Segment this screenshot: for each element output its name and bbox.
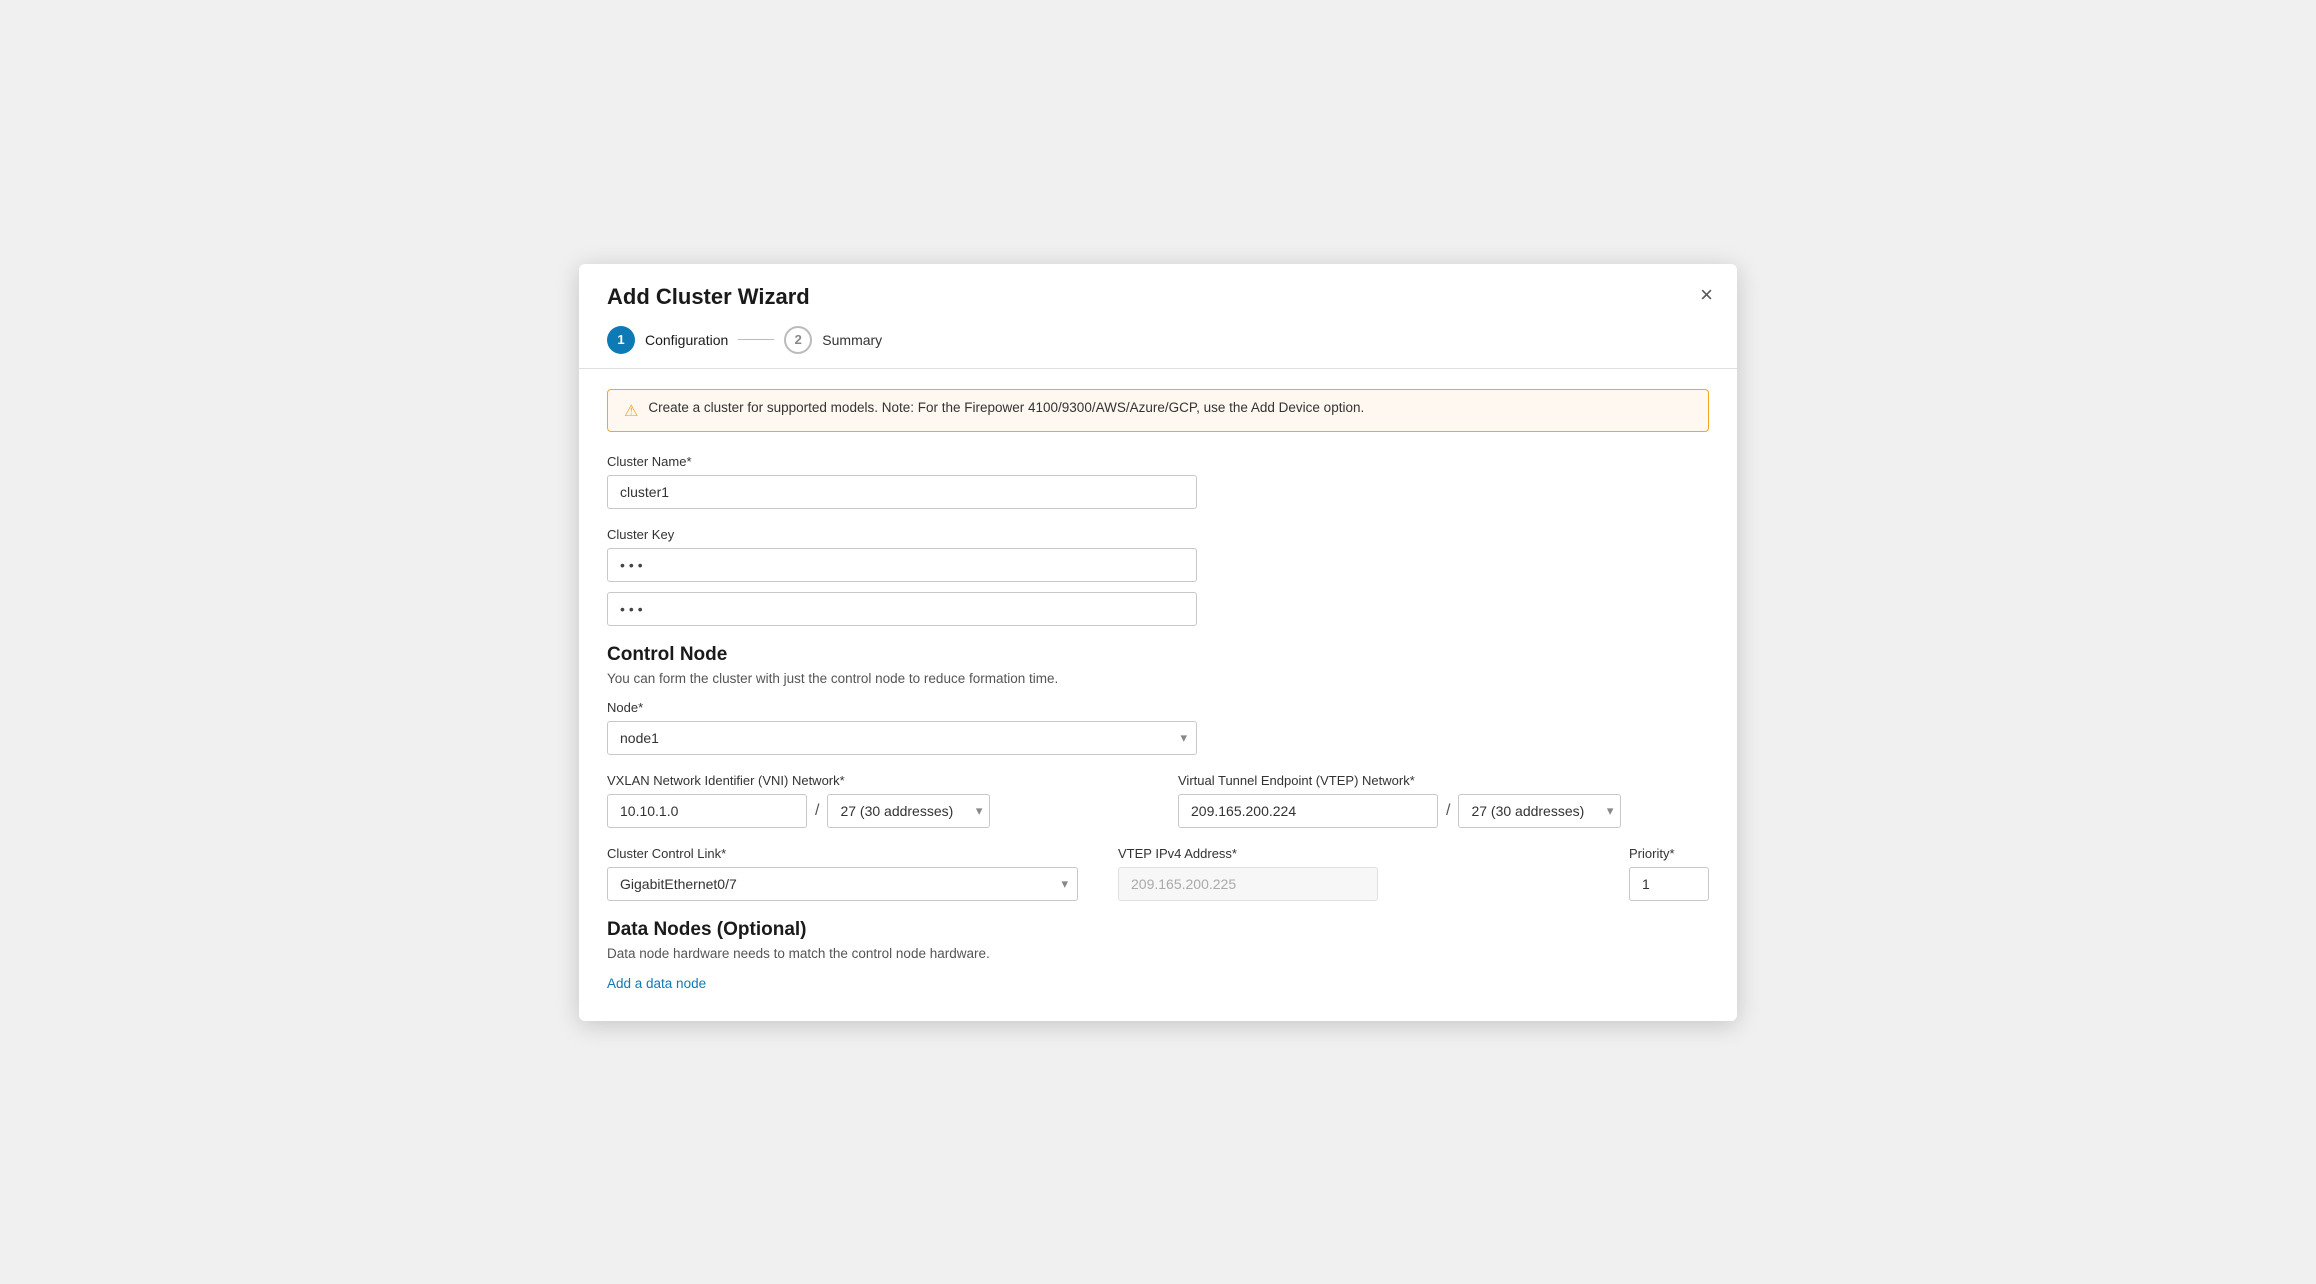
vtep-prefix-wrapper: 27 (30 addresses) 24 (254 addresses) 25 … bbox=[1458, 794, 1621, 828]
step-1-circle: 1 bbox=[607, 326, 635, 354]
step-2-circle: 2 bbox=[784, 326, 812, 354]
vni-network-input[interactable] bbox=[607, 794, 807, 828]
vni-network-col: VXLAN Network Identifier (VNI) Network* … bbox=[607, 773, 1138, 828]
vtep-network-label: Virtual Tunnel Endpoint (VTEP) Network* bbox=[1178, 773, 1709, 788]
cluster-key-input-1[interactable] bbox=[607, 548, 1197, 582]
step-2-summary[interactable]: 2 Summary bbox=[784, 326, 882, 354]
node-label: Node* bbox=[607, 700, 1709, 715]
cluster-name-group: Cluster Name* bbox=[607, 454, 1709, 509]
vni-prefix-select[interactable]: 27 (30 addresses) 24 (254 addresses) 25 … bbox=[827, 794, 990, 828]
node-group: Node* node1 node2 node3 bbox=[607, 700, 1709, 755]
vtep-network-col: Virtual Tunnel Endpoint (VTEP) Network* … bbox=[1178, 773, 1709, 828]
cluster-key-group: Cluster Key bbox=[607, 527, 1709, 626]
warning-icon: ⚠ bbox=[624, 401, 638, 421]
step-divider bbox=[738, 339, 774, 340]
cluster-control-link-label: Cluster Control Link* bbox=[607, 846, 1078, 861]
step-1-label: Configuration bbox=[645, 332, 728, 348]
node-select[interactable]: node1 node2 node3 bbox=[607, 721, 1197, 755]
control-node-desc: You can form the cluster with just the c… bbox=[607, 671, 1709, 686]
cluster-key-input-2[interactable] bbox=[607, 592, 1197, 626]
step-2-label: Summary bbox=[822, 332, 882, 348]
cluster-name-label: Cluster Name* bbox=[607, 454, 1709, 469]
cluster-key-label: Cluster Key bbox=[607, 527, 1709, 542]
close-button[interactable]: × bbox=[1700, 284, 1713, 306]
vni-slash: / bbox=[807, 802, 827, 820]
modal-body: ⚠ Create a cluster for supported models.… bbox=[579, 369, 1737, 1021]
vni-input-row: / 27 (30 addresses) 24 (254 addresses) 2… bbox=[607, 794, 1138, 828]
add-cluster-wizard-modal: Add Cluster Wizard × 1 Configuration 2 S… bbox=[579, 264, 1737, 1021]
cluster-control-link-col: Cluster Control Link* GigabitEthernet0/7… bbox=[607, 846, 1078, 901]
data-nodes-desc: Data node hardware needs to match the co… bbox=[607, 946, 1709, 961]
vtep-ipv4-label: VTEP IPv4 Address* bbox=[1118, 846, 1589, 861]
vtep-ipv4-input bbox=[1118, 867, 1378, 901]
vtep-section: Cluster Control Link* GigabitEthernet0/7… bbox=[607, 846, 1709, 901]
vtep-ipv4-col: VTEP IPv4 Address* bbox=[1118, 846, 1589, 901]
vni-prefix-wrapper: 27 (30 addresses) 24 (254 addresses) 25 … bbox=[827, 794, 990, 828]
add-data-node-link[interactable]: Add a data node bbox=[607, 976, 706, 991]
vtep-prefix-select[interactable]: 27 (30 addresses) 24 (254 addresses) 25 … bbox=[1458, 794, 1621, 828]
cluster-name-input[interactable] bbox=[607, 475, 1197, 509]
data-nodes-section: Data Nodes (Optional) Data node hardware… bbox=[607, 919, 1709, 993]
warning-text: Create a cluster for supported models. N… bbox=[648, 400, 1364, 415]
vtep-input-row: / 27 (30 addresses) 24 (254 addresses) 2… bbox=[1178, 794, 1709, 828]
vtep-network-input[interactable] bbox=[1178, 794, 1438, 828]
priority-col: Priority* bbox=[1629, 846, 1709, 901]
priority-label: Priority* bbox=[1629, 846, 1709, 861]
cluster-control-link-select[interactable]: GigabitEthernet0/7 GigabitEthernet0/8 bbox=[607, 867, 1078, 901]
node-dropdown-wrapper: node1 node2 node3 bbox=[607, 721, 1197, 755]
cluster-control-link-wrapper: GigabitEthernet0/7 GigabitEthernet0/8 bbox=[607, 867, 1078, 901]
network-row: VXLAN Network Identifier (VNI) Network* … bbox=[607, 773, 1709, 828]
warning-banner: ⚠ Create a cluster for supported models.… bbox=[607, 389, 1709, 432]
data-nodes-title: Data Nodes (Optional) bbox=[607, 919, 1709, 941]
control-node-title: Control Node bbox=[607, 644, 1709, 666]
vni-network-label: VXLAN Network Identifier (VNI) Network* bbox=[607, 773, 1138, 788]
priority-input[interactable] bbox=[1629, 867, 1709, 901]
modal-title: Add Cluster Wizard bbox=[607, 284, 1709, 310]
vtep-slash: / bbox=[1438, 802, 1458, 820]
modal-header: Add Cluster Wizard × 1 Configuration 2 S… bbox=[579, 264, 1737, 369]
step-1-configuration[interactable]: 1 Configuration bbox=[607, 326, 728, 354]
steps-bar: 1 Configuration 2 Summary bbox=[607, 326, 1709, 368]
